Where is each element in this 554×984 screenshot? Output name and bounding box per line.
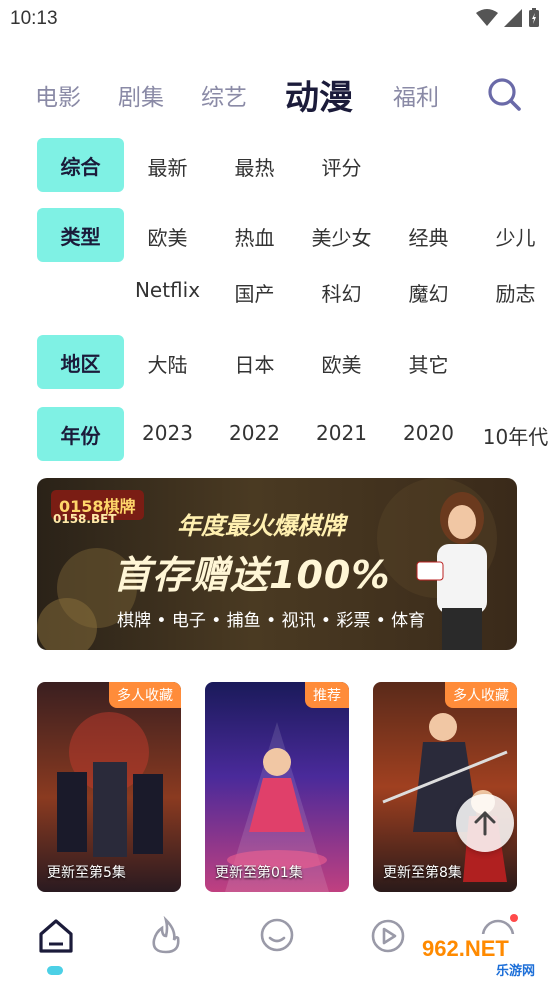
card-caption: 更新至第01集 — [215, 865, 303, 881]
filter-label-year[interactable]: 年份 — [37, 407, 124, 461]
filter-option[interactable]: 经典 — [385, 222, 472, 251]
banner-headline: 年度最火爆棋牌 — [177, 512, 345, 540]
anime-card[interactable]: 多人收藏 更新至第8集 — [373, 682, 517, 892]
card-poster-image — [225, 722, 329, 892]
filter-option[interactable]: 欧美 — [124, 222, 211, 251]
filter-option[interactable]: 少儿 — [472, 222, 554, 251]
tab-variety[interactable]: 综艺 — [201, 78, 247, 112]
banner-logo-sub: 0158.BET — [53, 512, 117, 526]
filter-option[interactable]: 其它 — [385, 349, 472, 378]
tab-anime[interactable]: 动漫 — [285, 70, 353, 119]
filter-label-sort[interactable]: 综合 — [37, 138, 124, 192]
filter-option[interactable]: 魔幻 — [385, 278, 472, 307]
filter-option[interactable]: 2020 — [385, 421, 472, 445]
card-badge: 多人收藏 — [109, 682, 181, 708]
battery-icon — [529, 8, 539, 27]
card-badge: 多人收藏 — [445, 682, 517, 708]
ad-banner[interactable]: 0158棋牌 0158.BET 年度最火爆棋牌 首存赠送100% 棋牌 • 电子… — [37, 478, 517, 650]
tab-movie[interactable]: 电影 — [35, 78, 81, 112]
filter-option[interactable]: 励志 — [472, 278, 554, 307]
scroll-to-top-button[interactable] — [456, 794, 514, 852]
filter-row-type: 类型 欧美 热血 美少女 经典 少儿 — [0, 208, 554, 264]
filter-option[interactable]: 10年代 — [472, 421, 554, 450]
filter-option[interactable]: 2023 — [124, 421, 211, 445]
home-icon[interactable] — [36, 916, 76, 956]
status-bar: 10:13 — [0, 0, 554, 38]
watermark-logo-text: 962.NET — [422, 936, 509, 961]
filter-option[interactable]: 国产 — [211, 278, 298, 307]
anime-card[interactable]: 多人收藏 更新至第5集 — [37, 682, 181, 892]
filter-row-year: 年份 2023 2022 2021 2020 10年代 — [0, 407, 554, 463]
card-caption: 更新至第5集 — [47, 865, 126, 881]
banner-promo: 首存赠送100% — [113, 553, 391, 597]
filter-option[interactable]: 评分 — [298, 152, 385, 181]
banner-categories: 棋牌 • 电子 • 捕鱼 • 视讯 • 彩票 • 体育 — [117, 611, 426, 631]
card-poster-image — [382, 713, 508, 882]
filter-row-region: 地区 大陆 日本 欧美 其它 — [0, 335, 554, 391]
card-poster-image — [57, 712, 163, 857]
filter-label-region[interactable]: 地区 — [37, 335, 124, 389]
notification-dot — [510, 914, 518, 922]
filter-row-type-2: Netflix 国产 科幻 魔幻 励志 — [0, 264, 554, 320]
watermark-site-name: 乐游网 — [496, 964, 536, 979]
filter-option[interactable]: 2022 — [211, 421, 298, 445]
search-icon[interactable] — [486, 76, 522, 112]
wifi-icon — [476, 9, 498, 26]
anime-card[interactable]: 推荐 更新至第01集 — [205, 682, 349, 892]
tab-series[interactable]: 剧集 — [118, 78, 164, 112]
nav-active-indicator — [47, 966, 63, 975]
filter-option[interactable]: Netflix — [124, 278, 211, 302]
filter-option[interactable]: 科幻 — [298, 278, 385, 307]
card-badge: 推荐 — [305, 682, 349, 708]
filter-option[interactable]: 最新 — [124, 152, 211, 181]
filter-option[interactable]: 2021 — [298, 421, 385, 445]
chat-icon[interactable] — [257, 916, 297, 956]
category-tabs: 电影 剧集 综艺 动漫 福利 — [0, 66, 554, 122]
hot-fire-icon[interactable] — [146, 916, 186, 956]
arrow-up-icon — [474, 811, 496, 836]
filter-option[interactable]: 热血 — [211, 222, 298, 251]
status-time: 10:13 — [10, 8, 58, 29]
tab-welfare[interactable]: 福利 — [393, 78, 439, 112]
signal-icon — [504, 9, 522, 27]
filter-option[interactable]: 最热 — [211, 152, 298, 181]
site-watermark: 962.NET 乐游网 — [416, 934, 548, 980]
filter-option[interactable]: 美少女 — [298, 222, 385, 251]
filter-option[interactable]: 大陆 — [124, 349, 211, 378]
filter-option[interactable]: 日本 — [211, 349, 298, 378]
card-caption: 更新至第8集 — [383, 865, 462, 881]
filter-option[interactable]: 欧美 — [298, 349, 385, 378]
play-icon[interactable] — [368, 916, 408, 956]
filter-row-sort: 综合 最新 最热 评分 — [0, 138, 554, 194]
status-icons — [476, 8, 540, 28]
filter-label-type[interactable]: 类型 — [37, 208, 124, 262]
banner-figure-image — [416, 492, 487, 650]
